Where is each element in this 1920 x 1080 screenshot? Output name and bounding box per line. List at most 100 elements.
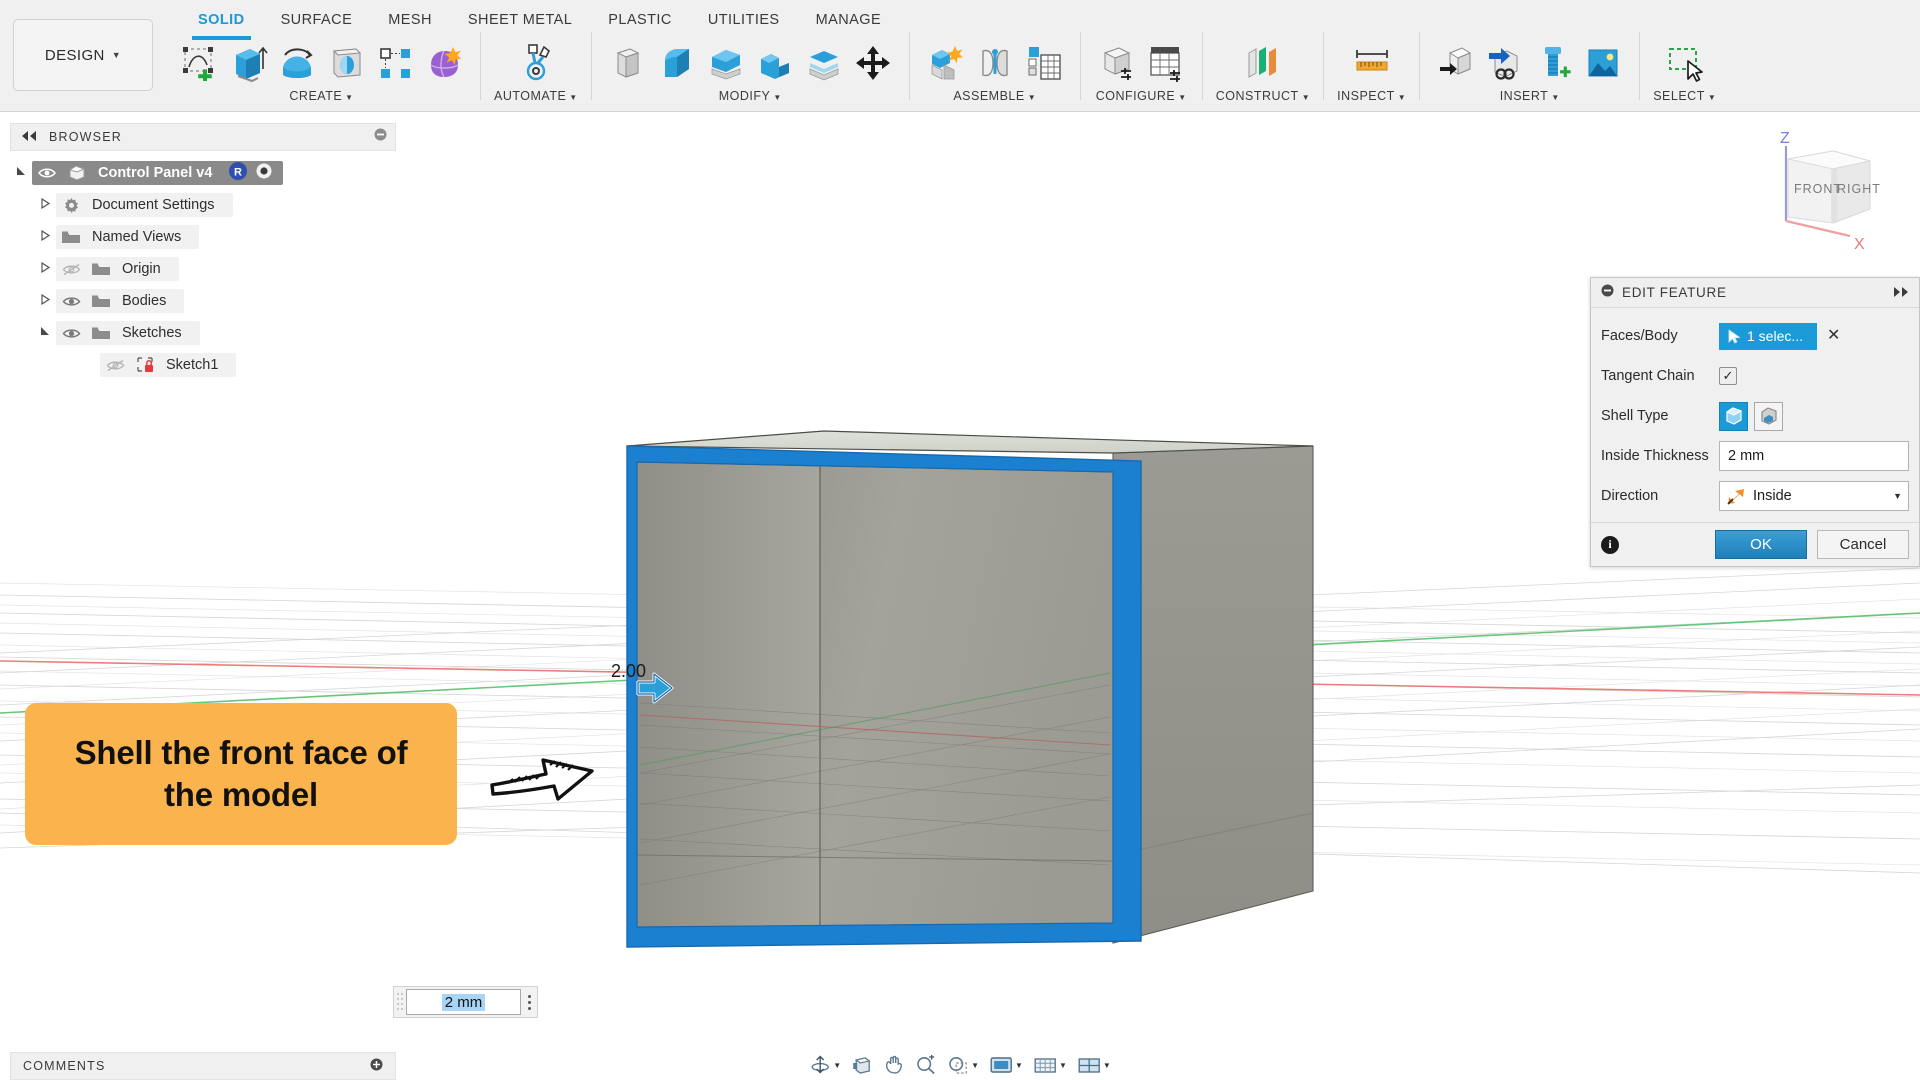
collapse-arrow-icon[interactable]	[34, 197, 56, 212]
select-window-icon[interactable]	[1662, 38, 1708, 88]
insert-derive-link-icon[interactable]	[1482, 38, 1528, 88]
thickness-input[interactable]: 2 mm	[406, 989, 521, 1015]
tree-item-named-views[interactable]: Named Views	[10, 221, 396, 253]
revision-badge-icon[interactable]: R	[228, 161, 248, 185]
more-options-icon[interactable]	[521, 994, 537, 1010]
ribbon-group-label[interactable]: AUTOMATE ▼	[494, 89, 578, 103]
tree-row[interactable]: Sketches	[56, 321, 200, 345]
chevron-down-icon[interactable]: ▼	[1893, 491, 1902, 501]
dimension-input-widget[interactable]: 2 mm	[393, 986, 538, 1018]
zoom-button[interactable]	[912, 1055, 940, 1075]
ribbon-group-label[interactable]: CONFIGURE ▼	[1096, 89, 1187, 103]
divider	[1419, 32, 1421, 100]
mcmaster-part-icon[interactable]	[1531, 38, 1577, 88]
drag-arrow-right-icon[interactable]	[636, 671, 674, 705]
tree-row[interactable]: Control Panel v4 R	[32, 161, 284, 185]
chevron-down-icon[interactable]: ▼	[971, 1061, 979, 1070]
tree-item-sketches[interactable]: Sketches	[10, 317, 396, 349]
expand-arrow-icon[interactable]	[34, 326, 56, 340]
shell-existing-icon[interactable]	[1754, 401, 1783, 431]
move-copy-icon[interactable]	[850, 38, 896, 88]
visibility-hidden-icon[interactable]	[56, 263, 86, 276]
tree-row[interactable]: Sketch1	[100, 353, 237, 377]
hole-icon[interactable]	[323, 38, 369, 88]
canvas-image-icon[interactable]	[1580, 38, 1626, 88]
joint-icon[interactable]	[972, 38, 1018, 88]
ribbon-group-label[interactable]: INSPECT ▼	[1337, 89, 1406, 103]
orbit-button[interactable]: ▼	[806, 1055, 844, 1075]
configuration-table-icon[interactable]	[1143, 38, 1189, 88]
ribbon-group-label[interactable]: CONSTRUCT ▼	[1216, 89, 1310, 103]
group-label-text: AUTOMATE	[494, 89, 567, 103]
combine-icon[interactable]	[752, 38, 798, 88]
cancel-button[interactable]: Cancel	[1817, 530, 1909, 559]
ribbon-group-label[interactable]: MODIFY ▼	[719, 89, 782, 103]
expand-right-icon[interactable]	[1893, 285, 1909, 301]
chevron-down-icon[interactable]: ▼	[833, 1061, 841, 1070]
workspace-switcher-button[interactable]: DESIGN ▼	[13, 19, 153, 91]
clear-selection-icon[interactable]: ✕	[1827, 328, 1840, 344]
automate-icon[interactable]	[513, 38, 559, 88]
measure-icon[interactable]	[1349, 38, 1395, 88]
tree-row[interactable]: Document Settings	[56, 193, 233, 217]
fillet-icon[interactable]	[654, 38, 700, 88]
collapse-arrow-icon[interactable]	[34, 293, 56, 308]
collapse-arrow-icon[interactable]	[34, 261, 56, 276]
minimize-icon[interactable]	[374, 128, 387, 146]
radio-badge-icon[interactable]	[255, 162, 273, 184]
collapse-arrow-icon[interactable]	[34, 229, 56, 244]
shell-new-body-icon[interactable]	[1719, 401, 1748, 431]
tree-item-origin[interactable]: Origin	[10, 253, 396, 285]
press-pull-icon[interactable]	[605, 38, 651, 88]
ok-button[interactable]: OK	[1715, 530, 1807, 559]
configure-body-icon[interactable]	[1094, 38, 1140, 88]
inside-thickness-input[interactable]: 2 mm	[1719, 441, 1909, 471]
chevron-down-icon[interactable]: ▼	[1103, 1061, 1111, 1070]
derive-icon[interactable]	[1433, 38, 1479, 88]
ribbon-group-label[interactable]: ASSEMBLE ▼	[953, 89, 1036, 103]
tree-item-bodies[interactable]: Bodies	[10, 285, 396, 317]
form-icon[interactable]	[421, 38, 467, 88]
pattern-icon[interactable]	[372, 38, 418, 88]
ribbon-group-label[interactable]: INSERT ▼	[1500, 89, 1560, 103]
visibility-hidden-icon[interactable]	[100, 359, 130, 372]
expand-arrow-icon[interactable]	[10, 166, 32, 180]
revolve-icon[interactable]	[274, 38, 320, 88]
ribbon-group-label[interactable]: SELECT ▼	[1653, 89, 1716, 103]
create-sketch-icon[interactable]	[176, 38, 222, 88]
drag-handle-icon[interactable]	[394, 989, 406, 1015]
tangent-chain-checkbox[interactable]: ✓	[1719, 367, 1737, 385]
new-component-icon[interactable]	[923, 38, 969, 88]
visibility-eye-icon[interactable]	[56, 295, 86, 308]
view-cube[interactable]: Z X FRONT RIGHT	[1758, 131, 1908, 261]
chevron-down-icon[interactable]: ▼	[1015, 1061, 1023, 1070]
tree-item-sketch1[interactable]: Sketch1	[10, 349, 396, 381]
tree-row[interactable]: Origin	[56, 257, 179, 281]
look-at-button[interactable]	[848, 1055, 876, 1075]
pan-button[interactable]	[880, 1055, 908, 1075]
display-settings-button[interactable]: ▼	[986, 1055, 1026, 1075]
visibility-eye-icon[interactable]	[32, 167, 62, 179]
tree-row[interactable]: Bodies	[56, 289, 185, 313]
tree-item-control-panel-v4[interactable]: Control Panel v4 R	[10, 157, 396, 189]
visibility-eye-icon[interactable]	[56, 327, 86, 340]
add-comment-icon[interactable]	[370, 1058, 383, 1074]
chevron-down-icon[interactable]: ▼	[1059, 1061, 1067, 1070]
info-icon[interactable]: i	[1601, 535, 1619, 554]
ribbon-group-label[interactable]: CREATE ▼	[289, 89, 353, 103]
assembly-table-icon[interactable]	[1021, 38, 1067, 88]
collapse-left-icon[interactable]	[21, 128, 37, 146]
tree-row[interactable]: Named Views	[56, 225, 200, 249]
viewports-button[interactable]: ▼	[1074, 1055, 1114, 1075]
shell-icon[interactable]	[703, 38, 749, 88]
extrude-icon[interactable]	[225, 38, 271, 88]
collapse-dialog-icon[interactable]	[1601, 284, 1614, 301]
offset-plane-icon[interactable]	[1240, 38, 1286, 88]
grid-snap-button[interactable]: ▼	[1030, 1055, 1070, 1075]
faces-body-selection-button[interactable]: 1 selec...	[1719, 322, 1817, 350]
tree-item-document-settings[interactable]: Document Settings	[10, 189, 396, 221]
zoom-window-button[interactable]: ▼	[944, 1055, 982, 1075]
direction-select[interactable]: Inside ▼	[1719, 481, 1909, 511]
comments-panel-header[interactable]: COMMENTS	[10, 1052, 396, 1080]
offset-face-icon[interactable]	[801, 38, 847, 88]
